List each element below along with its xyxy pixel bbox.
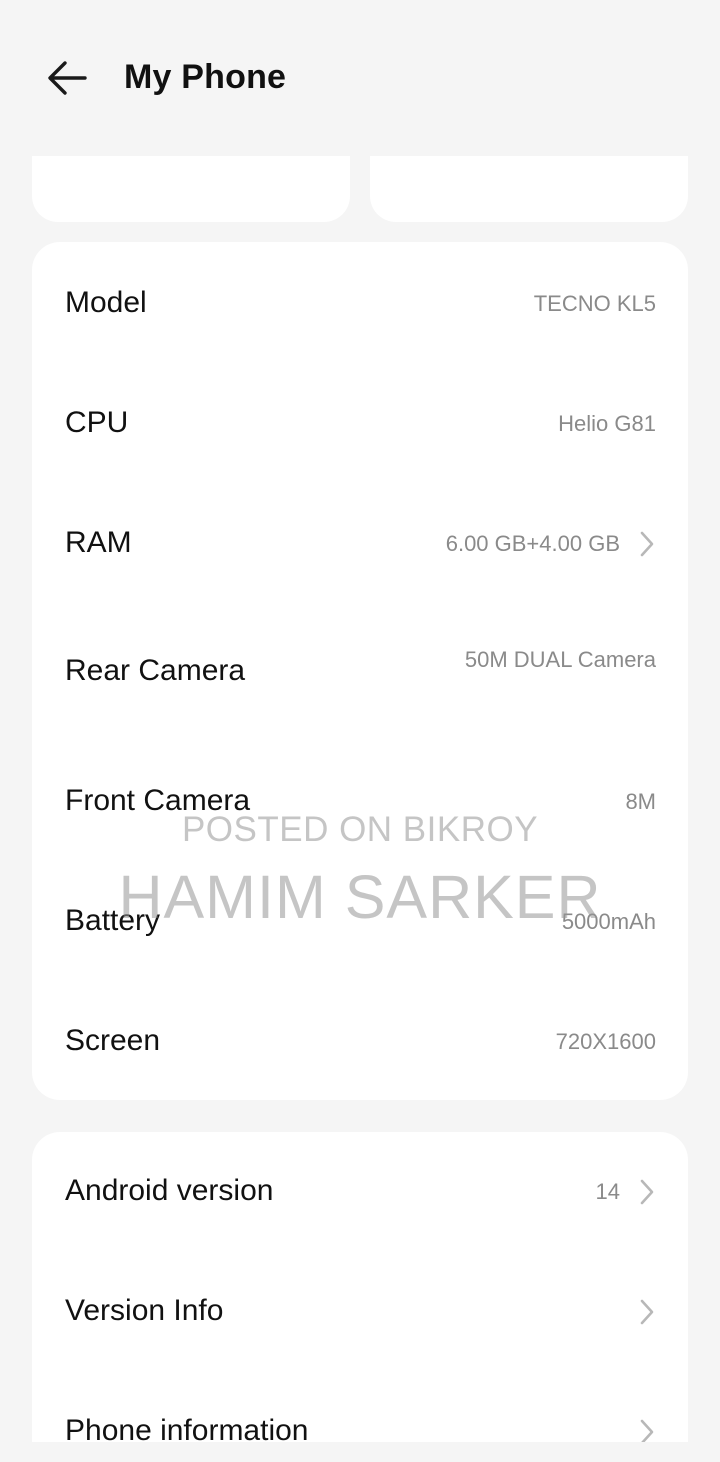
back-button[interactable] [38,50,96,106]
system-value: 14 [595,1179,620,1204]
spec-row-battery: Battery 5000mAh [32,862,688,982]
spec-label: Screen [65,1024,161,1057]
spec-value: 6.00 GB+4.00 GB [445,531,620,556]
spec-value: TECNO KL5 [533,291,656,316]
spec-row-rear-camera: Rear Camera 50M DUAL Camera [32,602,688,742]
system-card: Android version 14 Version Info Phone in… [32,1132,688,1462]
system-label: Version Info [65,1294,224,1327]
system-row-android-version[interactable]: Android version 14 [32,1132,688,1252]
my-phone-screen: My Phone Model TECNO KL5 CPU Helio G81 R… [0,0,720,1462]
spec-value: 50M DUAL Camera [464,647,656,672]
spec-label: Rear Camera [65,654,246,687]
spec-label: Model [65,286,147,319]
spec-label: CPU [65,406,129,439]
bottom-edge [0,1442,720,1462]
spec-row-screen: Screen 720X1600 [32,982,688,1102]
spec-value: 5000mAh [561,909,656,934]
spec-value: 8M [625,789,656,814]
system-row-version-info[interactable]: Version Info [32,1252,688,1372]
spec-value: 720X1600 [555,1029,656,1054]
spec-value: Helio G81 [558,411,656,436]
specs-card: Model TECNO KL5 CPU Helio G81 RAM 6.00 G… [32,242,688,1100]
spec-label: Front Camera [65,784,251,817]
system-label: Android version [65,1174,274,1207]
page-title: My Phone [124,58,287,96]
spec-row-ram[interactable]: RAM 6.00 GB+4.00 GB [32,482,688,602]
chevron-right-icon [640,1179,654,1205]
spec-row-cpu: CPU Helio G81 [32,362,688,482]
chevron-right-icon [640,1299,654,1325]
spec-row-model: Model TECNO KL5 [32,242,688,362]
spec-label: RAM [65,526,132,559]
chevron-right-icon [640,531,654,557]
spec-row-front-camera: Front Camera 8M [32,742,688,862]
back-arrow-icon [48,61,87,95]
spec-label: Battery [65,904,161,937]
app-header: My Phone [0,0,720,156]
